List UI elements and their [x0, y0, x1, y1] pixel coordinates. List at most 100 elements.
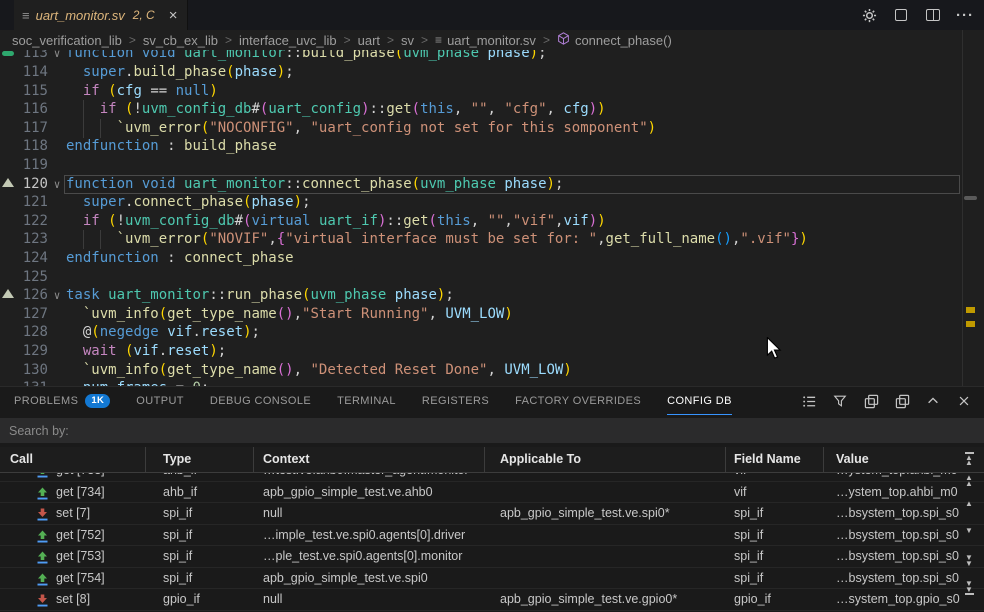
panel-tabs: PROBLEMS1K OUTPUT DEBUG CONSOLE TERMINAL REG…: [0, 387, 820, 415]
table-row-get753[interactable]: get [753]spi_if…ple_test.ve.spi0.agents[…: [0, 546, 984, 568]
table-body: get [733]ahb_if…test.ve.ahb0.master_agen…: [0, 473, 984, 612]
column-header-field-name[interactable]: Field Name: [726, 447, 824, 473]
code-line-123[interactable]: 123 `uvm_error("NOVIF",{"virtual interfa…: [0, 230, 962, 249]
ruler-warning-mark: [966, 321, 975, 327]
line-number: 122: [0, 212, 48, 231]
split-editor-icon[interactable]: [924, 6, 942, 24]
tab-title: uart_monitor.sv: [36, 8, 125, 23]
code-line-131[interactable]: 131 num_frames = 0;: [0, 379, 962, 386]
code-line-122[interactable]: 122 if (!uvm_config_db#(virtual uart_if)…: [0, 212, 962, 231]
column-header-context[interactable]: Context: [254, 447, 485, 473]
file-icon: ≡: [22, 8, 30, 23]
table-row-set8[interactable]: set [8]gpio_ifnullapb_gpio_simple_test.v…: [0, 589, 984, 611]
close-panel-icon[interactable]: [956, 393, 972, 409]
breadcrumb-item[interactable]: uart_monitor.sv: [447, 33, 536, 48]
panel-tab-terminal[interactable]: TERMINAL: [337, 387, 396, 415]
code-line-129[interactable]: 129 wait (vif.reset);: [0, 342, 962, 361]
table-row-get734[interactable]: get [734]ahb_ifapb_gpio_simple_test.ve.a…: [0, 482, 984, 504]
code-line-121[interactable]: 121 super.connect_phase(phase);: [0, 193, 962, 212]
search-input[interactable]: [0, 418, 984, 443]
editor-scrollbar-slider[interactable]: [964, 196, 977, 200]
code-text: wait (vif.reset);: [66, 342, 226, 361]
breadcrumb-item[interactable]: connect_phase(): [575, 33, 672, 48]
table-row-get733[interactable]: get [733]ahb_if…test.ve.ahb0.master_agen…: [0, 473, 984, 482]
cell-type: spi_if: [146, 568, 254, 590]
set-call-icon: [36, 593, 49, 606]
mouse-cursor: [766, 337, 782, 364]
page-up-icon[interactable]: ▲▲: [960, 475, 978, 486]
line-number: 115: [0, 82, 48, 101]
scroll-to-top-icon[interactable]: ▲▲: [960, 451, 978, 466]
line-number: 125: [0, 268, 48, 287]
cell-field-name: vif: [726, 473, 824, 482]
panel-tab-label: PROBLEMS: [14, 395, 78, 407]
list-view-icon[interactable]: [801, 393, 817, 409]
code-line-125[interactable]: 125: [0, 268, 962, 287]
table-row-get754[interactable]: get [754]spi_ifapb_gpio_simple_test.ve.s…: [0, 568, 984, 590]
code-line-114[interactable]: 114 super.build_phase(phase);: [0, 63, 962, 82]
code-text: `uvm_info(get_type_name(),"Start Running…: [66, 305, 513, 324]
layout-square-icon[interactable]: [892, 6, 910, 24]
code-line-116[interactable]: 116 if (!uvm_config_db#(uart_config)::ge…: [0, 100, 962, 119]
breadcrumb-item[interactable]: uart: [358, 33, 380, 48]
breadcrumb-item[interactable]: soc_verification_lib: [12, 33, 122, 48]
breadcrumb-item[interactable]: sv: [401, 33, 414, 48]
code-line-126[interactable]: 126∨task uart_monitor::run_phase(uvm_pha…: [0, 286, 962, 305]
page-down-icon[interactable]: ▼▼: [960, 555, 978, 566]
cell-context: …test.ve.ahb0.master_agent.monitor: [254, 473, 485, 482]
panel-tab-output[interactable]: OUTPUT: [136, 387, 184, 415]
panel-tab-config-db[interactable]: CONFIG DB: [667, 387, 732, 415]
cell-applicable-to: apb_gpio_simple_test.ve.gpio0*: [485, 589, 726, 611]
call-label: set [7]: [56, 503, 90, 524]
symbol-cube-icon: [557, 32, 568, 48]
table-row-get752[interactable]: get [752]spi_if…imple_test.ve.spi0.agent…: [0, 525, 984, 547]
code-line-115[interactable]: 115 if (cfg == null): [0, 82, 962, 101]
line-number: 117: [0, 119, 48, 138]
call-label: get [753]: [56, 546, 105, 567]
cell-context: null: [254, 589, 485, 611]
code-line-127[interactable]: 127 `uvm_info(get_type_name(),"Start Run…: [0, 305, 962, 324]
line-number: 129: [0, 342, 48, 361]
cell-context: …imple_test.ve.spi0.agents[0].driver: [254, 525, 485, 547]
column-header-applicable-to[interactable]: Applicable To: [485, 447, 726, 473]
fold-chevron-icon[interactable]: ∨: [50, 175, 64, 194]
cell-field-name: spi_if: [726, 568, 824, 590]
cell-field-name: vif: [726, 482, 824, 504]
code-text: super.build_phase(phase);: [66, 63, 294, 82]
copy-panel-icon[interactable]: [894, 393, 910, 409]
table-row-set7[interactable]: set [7]spi_ifnullapb_gpio_simple_test.ve…: [0, 503, 984, 525]
code-line-119[interactable]: 119: [0, 156, 962, 175]
breadcrumb-item[interactable]: sv_cb_ex_lib: [143, 33, 218, 48]
scroll-to-bottom-icon[interactable]: ▼▼: [960, 581, 978, 596]
code-text: endfunction : build_phase: [66, 137, 277, 156]
row-down-icon[interactable]: ▼: [960, 528, 978, 534]
filter-funnel-icon[interactable]: [832, 393, 848, 409]
call-label: get [733]: [56, 473, 105, 481]
column-header-type[interactable]: Type: [146, 447, 254, 473]
row-up-icon[interactable]: ▲: [960, 501, 978, 507]
code-line-117[interactable]: 117 `uvm_error("NOCONFIG", "uart_config …: [0, 119, 962, 138]
breadcrumb-separator: >: [387, 33, 394, 47]
code-line-128[interactable]: 128 @(negedge vif.reset);: [0, 323, 962, 342]
line-number: 123: [0, 230, 48, 249]
code-line-130[interactable]: 130 `uvm_info(get_type_name(), "Detected…: [0, 361, 962, 380]
duplicate-window-icon[interactable]: [863, 393, 879, 409]
chevron-up-icon[interactable]: [925, 393, 941, 409]
more-actions-icon[interactable]: ···: [956, 6, 974, 24]
editor-tab-uart-monitor[interactable]: ≡ uart_monitor.sv 2, C ×: [14, 0, 188, 30]
code-line-124[interactable]: 124endfunction : connect_phase: [0, 249, 962, 268]
panel-tab-registers[interactable]: REGISTERS: [422, 387, 489, 415]
code-line-118[interactable]: 118endfunction : build_phase: [0, 137, 962, 156]
panel-tab-factory-overrides[interactable]: FACTORY OVERRIDES: [515, 387, 641, 415]
fold-chevron-icon[interactable]: ∨: [50, 286, 64, 305]
breadcrumb-item[interactable]: interface_uvc_lib: [239, 33, 337, 48]
close-tab-icon[interactable]: ×: [169, 8, 178, 23]
bottom-panel: PROBLEMS1K OUTPUT DEBUG CONSOLE TERMINAL REG…: [0, 386, 984, 612]
column-header-call[interactable]: Call: [0, 447, 146, 473]
code-line-120[interactable]: 120∨function void uart_monitor::connect_…: [0, 175, 962, 194]
panel-tab-problems[interactable]: PROBLEMS1K: [14, 387, 110, 415]
line-number: 119: [0, 156, 48, 175]
panel-tab-debug-console[interactable]: DEBUG CONSOLE: [210, 387, 311, 415]
code-editor[interactable]: 113∨function void uart_monitor::build_ph…: [0, 30, 962, 386]
settings-gear-icon[interactable]: [860, 6, 878, 24]
